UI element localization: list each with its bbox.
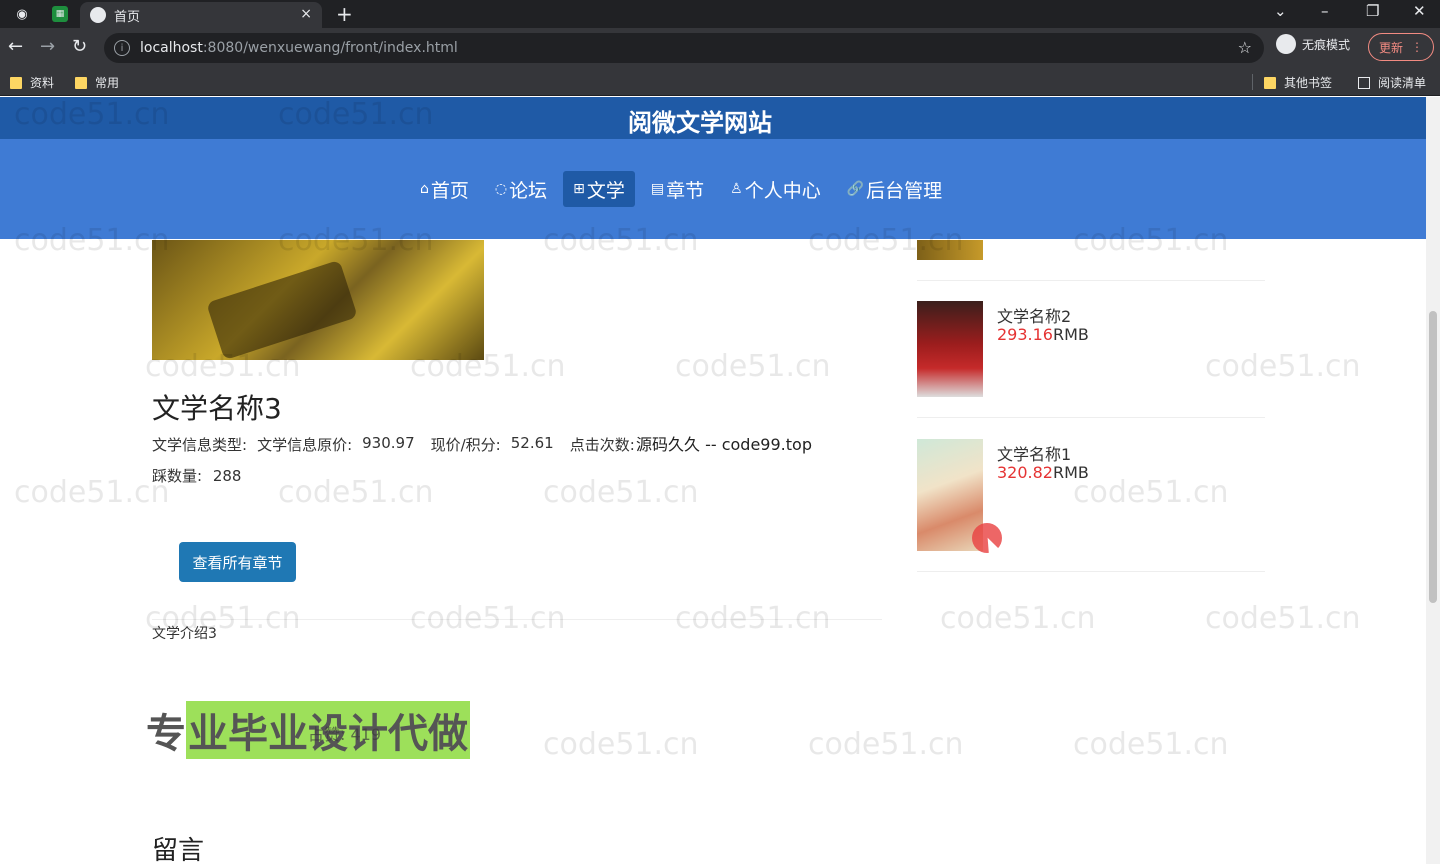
menu-dots-icon: ⋮: [1411, 40, 1423, 54]
bookmark-label: 常用: [95, 76, 120, 90]
site-title: 阅微文学网站: [628, 109, 772, 137]
bookmarks-bar: 资料 常用 其他书签 阅读清单: [0, 68, 1440, 96]
sidebar-book-price: 320.82RMB: [997, 463, 1089, 482]
tab-search-icon[interactable]: ⌄: [1274, 2, 1287, 20]
sidebar-thumb[interactable]: [917, 301, 983, 397]
nav-forum[interactable]: ◌ 论坛: [485, 171, 557, 207]
restore-icon[interactable]: ❐: [1366, 2, 1379, 20]
link-icon: 🔗: [846, 181, 865, 197]
site-header: 阅微文学网站 ⌂ 首页 ◌ 论坛 ⊞ 文学 ▤ 章节 ♙ 个人中心 🔗 后台管理: [0, 97, 1426, 239]
chapter-icon: ▤: [650, 181, 665, 197]
scrollbar-thumb[interactable]: [1429, 311, 1437, 603]
browser-globe-icon[interactable]: ◉: [12, 4, 32, 24]
watermark: code51.cn: [1205, 601, 1361, 636]
nav-chapters[interactable]: ▤ 章节: [641, 171, 714, 207]
tread-count-value: 288: [212, 467, 242, 485]
orig-price-value: 930.97: [362, 434, 415, 452]
tab-favicon-icon: [90, 7, 106, 23]
tab-title: 首页: [114, 9, 141, 25]
watermark: code51.cn: [808, 727, 964, 762]
other-bookmarks[interactable]: 其他书签: [1264, 74, 1332, 91]
bookmark-folder-ziliao[interactable]: 资料: [10, 74, 54, 91]
page-viewport: 文学名称2 293.16RMB 文学名称1 320.82RMB 文学名称3 文学…: [0, 97, 1440, 864]
update-label: 更新: [1378, 40, 1403, 55]
view-all-chapters-button[interactable]: 查看所有章节: [179, 542, 296, 582]
watermark: code51.cn: [14, 475, 170, 510]
url-host: localhost: [140, 40, 203, 56]
click-count-label: 点击次数:: [569, 436, 635, 454]
sidebar-divider: [917, 417, 1265, 418]
incognito-icon: [1276, 34, 1296, 54]
minimize-icon[interactable]: –: [1321, 2, 1329, 20]
back-arrow-icon[interactable]: ←: [8, 36, 23, 57]
sidebar-item-book2[interactable]: 文学名称2 293.16RMB: [917, 301, 1265, 411]
book-intro: 文学介绍3: [152, 626, 217, 642]
watermark: code51.cn: [675, 349, 831, 384]
sidebar-book-name[interactable]: 文学名称1: [997, 441, 1071, 465]
site-info-icon[interactable]: i: [114, 40, 130, 56]
reading-list-icon: [1358, 76, 1370, 89]
forward-arrow-icon[interactable]: →: [40, 36, 55, 57]
sidebar-book-name[interactable]: 文学名称2: [997, 303, 1071, 327]
tab-home[interactable]: 首页 ×: [80, 2, 322, 28]
cur-price-label: 现价/积分:: [430, 436, 501, 454]
reading-list-label: 阅读清单: [1378, 76, 1427, 90]
bookmark-folder-changyong[interactable]: 常用: [75, 74, 119, 91]
nav-admin[interactable]: 🔗 后台管理: [837, 171, 952, 207]
user-icon: ♙: [730, 181, 743, 197]
type-label: 文学信息类型:: [152, 436, 248, 454]
sheets-tab-icon[interactable]: ▦: [52, 6, 68, 22]
nav-literature[interactable]: ⊞ 文学: [563, 171, 635, 207]
update-button[interactable]: 更新 ⋮: [1368, 33, 1434, 61]
main-nav: ⌂ 首页 ◌ 论坛 ⊞ 文学 ▤ 章节 ♙ 个人中心 🔗 后台管理: [410, 171, 952, 207]
sidebar-divider: [917, 571, 1265, 572]
incognito-label: 无痕模式: [1302, 37, 1351, 52]
browser-toolbar: ← → ↻ i localhost :8080/wenxuewang/front…: [0, 28, 1440, 68]
sidebar-divider: [917, 280, 1265, 281]
bookmark-divider: [1252, 74, 1253, 90]
url-path: :8080/wenxuewang/front/index.html: [202, 40, 458, 56]
bookmark-star-icon[interactable]: ☆: [1238, 38, 1252, 57]
nav-profile[interactable]: ♙ 个人中心: [720, 171, 831, 207]
close-window-icon[interactable]: ✕: [1413, 2, 1426, 20]
forum-icon: ◌: [494, 181, 508, 197]
new-tab-button[interactable]: +: [336, 2, 353, 26]
folder-icon: [1264, 76, 1276, 89]
literature-icon: ⊞: [573, 181, 585, 197]
comment-heading: 留言: [152, 836, 205, 864]
ad-underlying-text: 占赞: 419: [308, 725, 382, 744]
sidebar-thumb-partial[interactable]: [917, 240, 983, 260]
page-scrollbar[interactable]: [1426, 97, 1440, 864]
watermark: code51.cn: [940, 601, 1096, 636]
cur-price-value: 52.61: [510, 434, 554, 452]
home-icon: ⌂: [420, 181, 429, 197]
incognito-indicator[interactable]: 无痕模式: [1276, 34, 1350, 54]
watermark: code51.cn: [543, 727, 699, 762]
watermark: code51.cn: [1073, 727, 1229, 762]
sidebar-item-book1[interactable]: 文学名称1 320.82RMB: [917, 439, 1265, 551]
watermark: code51.cn: [278, 475, 434, 510]
reload-icon[interactable]: ↻: [72, 36, 87, 57]
source-overlay-text: 源码久久 -- code99.top: [636, 431, 812, 455]
bookmark-label: 资料: [30, 76, 55, 90]
orig-price-label: 文学信息原价:: [257, 436, 353, 454]
book-cover-image: [152, 240, 484, 361]
book-info-row: 文学信息类型: 文学信息原价: 930.97 现价/积分: 52.61 点击次数…: [152, 434, 677, 455]
browser-tab-bar: ◉ ▦ 首页 × + ⌄ – ❐ ✕: [0, 0, 1440, 28]
content-divider: [152, 619, 882, 620]
folder-icon: [75, 76, 87, 89]
sidebar-book-price: 293.16RMB: [997, 325, 1089, 344]
watermark: code51.cn: [543, 475, 699, 510]
other-bookmarks-label: 其他书签: [1284, 76, 1333, 90]
address-bar[interactable]: i localhost :8080/wenxuewang/front/index…: [104, 33, 1264, 63]
reading-list[interactable]: 阅读清单: [1358, 74, 1426, 91]
folder-icon: [10, 76, 22, 89]
nav-home[interactable]: ⌂ 首页: [410, 171, 479, 207]
book-title: 文学名称3: [152, 392, 282, 425]
tread-row: 踩数量: 288: [152, 467, 242, 485]
tab-close-icon[interactable]: ×: [300, 6, 312, 22]
